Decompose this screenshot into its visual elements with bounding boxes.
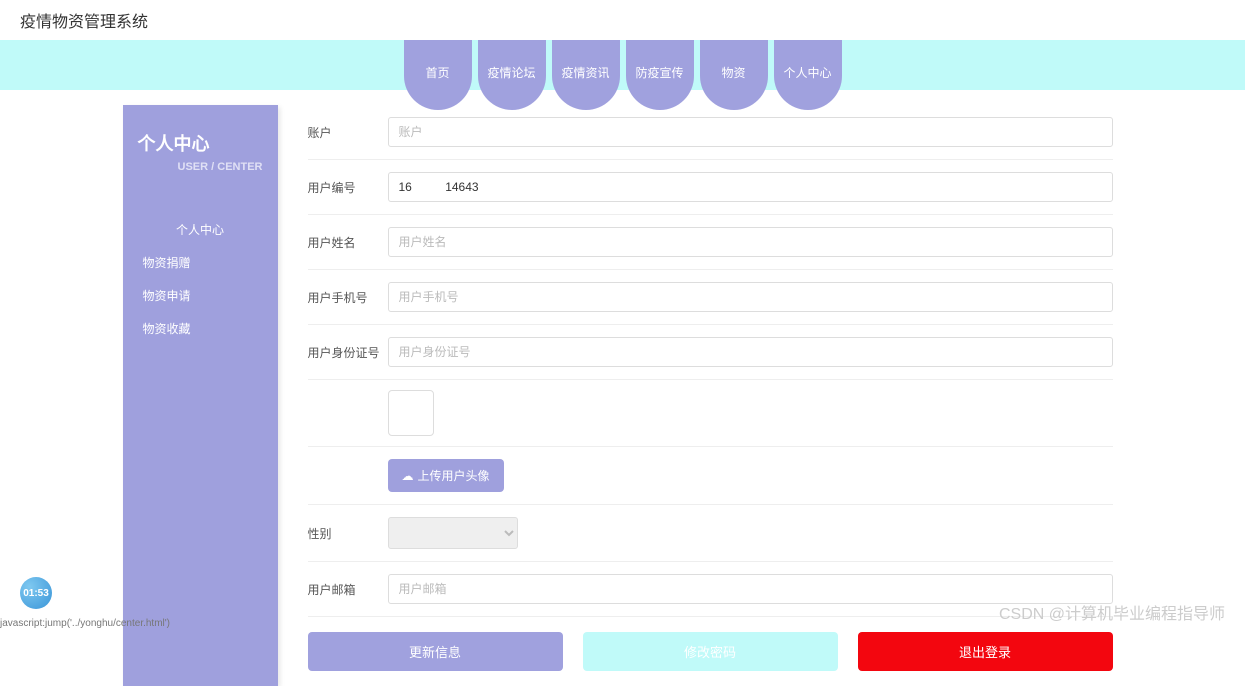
row-user-phone: 用户手机号 [308,270,1113,325]
input-user-name[interactable] [388,227,1113,257]
row-upload: 上传用户头像 [308,447,1113,505]
upload-label: 上传用户头像 [418,467,490,484]
sidebar-item-donation[interactable]: 物资捐赠 [123,246,278,279]
label-account: 账户 [308,124,388,141]
cloud-upload-icon [402,469,414,483]
row-user-no: 用户编号 [308,160,1113,215]
row-gender: 性别 [308,505,1113,562]
select-gender[interactable] [388,517,518,549]
status-bar: javascript:jump('../yonghu/center.html') [0,618,170,629]
nav-promo[interactable]: 防疫宣传 [626,40,694,110]
row-user-id: 用户身份证号 [308,325,1113,380]
content: 个人中心 USER / CENTER 个人中心 物资捐赠 物资申请 物资收藏 账… [123,105,1123,686]
sidebar-item-user-center[interactable]: 个人中心 [123,213,278,246]
label-user-phone: 用户手机号 [308,289,388,306]
update-button[interactable]: 更新信息 [308,632,563,671]
avatar-preview [388,390,434,436]
sidebar-item-apply[interactable]: 物资申请 [123,279,278,312]
change-password-button[interactable]: 修改密码 [583,632,838,671]
input-account[interactable] [388,117,1113,147]
nav-news[interactable]: 疫情资讯 [552,40,620,110]
nav-items: 首页 疫情论坛 疫情资讯 防疫宣传 物资 个人中心 [404,40,842,110]
label-gender: 性别 [308,525,388,542]
label-user-email: 用户邮箱 [308,581,388,598]
sidebar: 个人中心 USER / CENTER 个人中心 物资捐赠 物资申请 物资收藏 [123,105,278,686]
input-user-phone[interactable] [388,282,1113,312]
nav-supplies[interactable]: 物资 [700,40,768,110]
input-user-no[interactable] [388,172,1113,202]
nav-home[interactable]: 首页 [404,40,472,110]
button-row: 更新信息 修改密码 退出登录 [308,617,1113,686]
sidebar-title: 个人中心 [123,120,278,161]
logout-button[interactable]: 退出登录 [858,632,1113,671]
upload-avatar-button[interactable]: 上传用户头像 [388,459,504,492]
sidebar-subtitle: USER / CENTER [123,161,278,193]
label-user-name: 用户姓名 [308,234,388,251]
row-account: 账户 [308,105,1113,160]
row-avatar-preview [308,380,1113,447]
top-nav: 首页 疫情论坛 疫情资讯 防疫宣传 物资 个人中心 [0,40,1245,90]
label-user-id: 用户身份证号 [308,344,388,361]
watermark: CSDN @计算机毕业编程指导师 [999,600,1225,624]
label-user-no: 用户编号 [308,179,388,196]
row-user-name: 用户姓名 [308,215,1113,270]
main-form: 账户 用户编号 用户姓名 用户手机号 用户身份证号 上传用户头像 [298,105,1123,686]
time-badge: 01:53 [20,577,52,609]
nav-forum[interactable]: 疫情论坛 [478,40,546,110]
nav-user-center[interactable]: 个人中心 [774,40,842,110]
header-title: 疫情物资管理系统 [0,0,1245,40]
sidebar-item-favorite[interactable]: 物资收藏 [123,312,278,345]
input-user-id[interactable] [388,337,1113,367]
row-user-email: 用户邮箱 [308,562,1113,617]
